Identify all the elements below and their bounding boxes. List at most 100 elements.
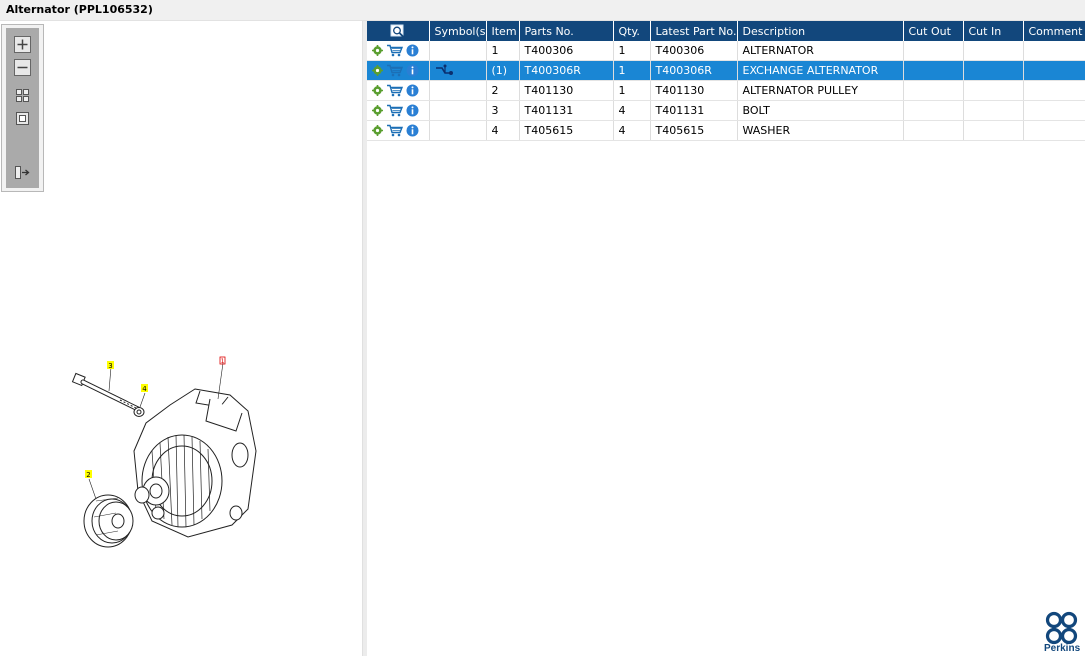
callout-3-label: 3 (108, 362, 112, 370)
latest-part-no-cell: T401131 (650, 100, 738, 121)
zoom-in-icon (14, 36, 31, 53)
column-header-parts-no[interactable]: Parts No. (519, 21, 614, 41)
cart-icon[interactable] (386, 44, 403, 57)
column-header-item[interactable]: Item (486, 21, 520, 41)
cut-in-cell (963, 100, 1024, 121)
comment-cell (1023, 60, 1085, 81)
description-cell: ALTERNATOR (737, 41, 904, 61)
bolt-drawing (71, 372, 141, 412)
column-header-comment[interactable]: Comment (1023, 21, 1085, 41)
zoom-out-icon (14, 59, 31, 76)
column-header-latest-part-no[interactable]: Latest Part No. (650, 21, 738, 41)
info-icon[interactable] (406, 104, 419, 117)
cut-in-cell (963, 41, 1024, 61)
cart-icon[interactable] (386, 64, 403, 77)
latest-part-no-cell: T405615 (650, 120, 738, 141)
alternator-drawing (133, 388, 257, 538)
info-icon[interactable] (406, 84, 419, 97)
table-row[interactable]: 1 T400306 1 T400306 ALTERNATOR (367, 41, 1085, 61)
zoom-in-button[interactable] (14, 36, 31, 53)
row-actions-cell (367, 60, 430, 81)
washer-drawing (133, 407, 145, 417)
qty-cell: 4 (613, 100, 651, 121)
table-row[interactable]: (1) T400306R 1 T400306R EXCHANGE ALTERNATOR (367, 60, 1085, 81)
row-actions-cell (367, 41, 430, 61)
table-row[interactable]: 4 T405615 4 T405615 WASHER (367, 120, 1085, 141)
cut-in-cell (963, 60, 1024, 81)
latest-part-no-cell: T401130 (650, 80, 738, 101)
part-no-cell: T400306 (519, 41, 614, 61)
exchange-symbol-icon (435, 64, 453, 75)
viewer-toolbar (1, 24, 44, 192)
row-actions-cell (367, 120, 430, 141)
item-cell: 2 (486, 80, 520, 101)
table-row[interactable]: 2 T401130 1 T401130 ALTERNATOR PULLEY (367, 80, 1085, 101)
info-icon[interactable] (406, 64, 419, 77)
table-row[interactable]: 3 T401131 4 T401131 BOLT (367, 100, 1085, 121)
gear-icon[interactable] (372, 85, 383, 97)
item-cell: 4 (486, 120, 520, 141)
comment-cell (1023, 120, 1085, 141)
column-header-qty[interactable]: Qty. (613, 21, 651, 41)
info-icon[interactable] (406, 44, 419, 57)
comment-cell (1023, 41, 1085, 61)
qty-cell: 1 (613, 41, 651, 61)
cut-in-cell (963, 80, 1024, 101)
symbols-cell (429, 41, 487, 61)
comment-cell (1023, 100, 1085, 121)
description-cell: ALTERNATOR PULLEY (737, 80, 904, 101)
gear-icon[interactable] (372, 45, 383, 57)
cart-icon[interactable] (386, 124, 403, 137)
part-no-cell: T401130 (519, 80, 614, 101)
column-header-cut-out[interactable]: Cut Out (903, 21, 964, 41)
cut-out-cell (903, 100, 964, 121)
item-cell: 1 (486, 41, 520, 61)
column-header-actions[interactable] (367, 21, 430, 41)
symbols-cell (429, 120, 487, 141)
cut-out-cell (903, 41, 964, 61)
parts-illustration[interactable]: 3 4 2 1 (60, 331, 280, 571)
column-header-cut-in[interactable]: Cut In (963, 21, 1024, 41)
gear-icon[interactable] (372, 65, 383, 77)
part-no-cell: T405615 (519, 120, 614, 141)
toggle-list-button[interactable] (14, 164, 31, 181)
column-header-symbols[interactable]: Symbol(s) (429, 21, 487, 41)
zoom-out-button[interactable] (14, 59, 31, 76)
parts-table: Symbol(s) Item Parts No. Qty. Latest Par… (367, 21, 1085, 141)
title-bar: Alternator (PPL106532) (0, 0, 1085, 21)
qty-cell: 1 (613, 80, 651, 101)
table-header-row: Symbol(s) Item Parts No. Qty. Latest Par… (367, 21, 1085, 41)
cut-out-cell (903, 60, 964, 81)
column-header-description[interactable]: Description (737, 21, 904, 41)
callout-2-label: 2 (86, 471, 90, 479)
fit-all-icon (16, 89, 29, 102)
illustration-pane[interactable]: 3 4 2 1 (0, 21, 362, 656)
parts-list-pane: Symbol(s) Item Parts No. Qty. Latest Par… (367, 21, 1085, 656)
gear-icon[interactable] (372, 105, 383, 117)
latest-part-no-cell: T400306R (650, 60, 738, 81)
search-parts-icon (390, 24, 405, 38)
qty-cell: 1 (613, 60, 651, 81)
item-cell: (1) (486, 60, 520, 81)
cart-icon[interactable] (386, 104, 403, 117)
comment-cell (1023, 80, 1085, 101)
callout-4-label: 4 (142, 385, 147, 393)
cut-out-cell (903, 80, 964, 101)
symbols-cell (429, 60, 487, 81)
description-cell: BOLT (737, 100, 904, 121)
fit-page-icon (16, 112, 29, 125)
latest-part-no-cell: T400306 (650, 41, 738, 61)
perkins-wordmark: Perkins (1044, 643, 1081, 654)
item-cell: 3 (486, 100, 520, 121)
fit-all-button[interactable] (14, 87, 31, 104)
row-actions-cell (367, 80, 430, 101)
symbols-cell (429, 80, 487, 101)
fit-page-button[interactable] (14, 110, 31, 127)
cut-in-cell (963, 120, 1024, 141)
cart-icon[interactable] (386, 84, 403, 97)
gear-icon[interactable] (372, 125, 383, 137)
info-icon[interactable] (406, 124, 419, 137)
toggle-list-icon (15, 166, 30, 179)
symbols-cell (429, 100, 487, 121)
description-cell: EXCHANGE ALTERNATOR (737, 60, 904, 81)
